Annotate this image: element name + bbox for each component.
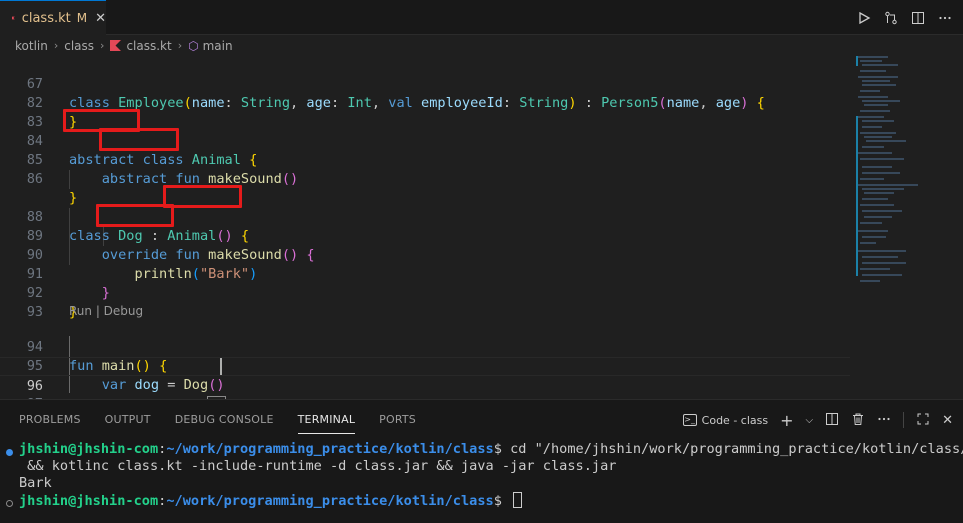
- split-editor-icon[interactable]: [910, 10, 926, 26]
- minimap[interactable]: [850, 56, 950, 399]
- close-panel-icon[interactable]: ✕: [942, 413, 953, 428]
- codelens-run-debug[interactable]: Run | Debug: [69, 303, 143, 319]
- maximize-panel-icon[interactable]: [916, 412, 930, 429]
- more-actions-icon[interactable]: [937, 10, 953, 26]
- breadcrumb-symbol-main[interactable]: main: [203, 39, 233, 53]
- terminal-user: jhshin@jhshin-com: [19, 493, 159, 509]
- terminal-command-continued: && kotlinc class.kt -include-runtime -d …: [19, 458, 617, 474]
- tab-terminal[interactable]: TERMINAL: [297, 400, 356, 440]
- editor-tab-bar: class.kt M ✕: [0, 0, 963, 35]
- chevron-right-icon: ›: [177, 39, 183, 52]
- source-control-compare-icon[interactable]: [883, 10, 899, 26]
- code-line: 94 fun main() {: [0, 319, 850, 374]
- code-line: 95 var dog = Dog(): [0, 338, 850, 393]
- text-cursor: [220, 358, 222, 375]
- code-line: 90 println("Bark"): [0, 227, 850, 282]
- new-terminal-icon[interactable]: +: [780, 411, 793, 430]
- terminal-path: ~/work/programming_practice/kotlin/class: [166, 493, 494, 509]
- close-icon[interactable]: ✕: [95, 11, 106, 26]
- terminal-user: jhshin@jhshin-com: [19, 441, 159, 457]
- minimap-change-marker: [856, 56, 858, 66]
- more-actions-icon[interactable]: [877, 412, 891, 429]
- tab-problems[interactable]: PROBLEMS: [19, 400, 81, 440]
- panel-actions: >_ Code - class + ⌵ ✕: [682, 400, 953, 440]
- token-keyword: abstract: [101, 171, 168, 187]
- split-terminal-icon[interactable]: [825, 412, 839, 429]
- breadcrumb-folder-class[interactable]: class: [64, 39, 94, 53]
- code-line: 93: [0, 284, 850, 320]
- chevron-right-icon: ›: [100, 39, 105, 52]
- terminal-command: cd "/home/jhshin/work/programming_practi…: [501, 441, 963, 457]
- tab-output[interactable]: OUTPUT: [105, 400, 151, 440]
- divider: [903, 412, 905, 428]
- tab-label: class.kt: [21, 10, 71, 26]
- code-editor[interactable]: 67 class Employee(name: String, age: Int…: [0, 56, 963, 414]
- kotlin-file-icon: [110, 40, 122, 51]
- terminal-output[interactable]: jhshin@jhshin-com:~/work/programming_pra…: [19, 441, 963, 510]
- code-line: 97: [0, 376, 850, 412]
- highlight-box-abstract-fun: [99, 128, 179, 151]
- terminal-name: Code - class: [701, 413, 769, 427]
- line-number: 86: [26, 172, 43, 187]
- chevron-right-icon: ›: [53, 39, 59, 52]
- trash-icon[interactable]: [851, 412, 865, 429]
- code-line: 82 }: [0, 75, 850, 130]
- command-success-decoration[interactable]: [6, 449, 13, 456]
- tab-class-kt[interactable]: class.kt M ✕: [0, 0, 106, 35]
- highlight-box-animal-super: [163, 185, 242, 208]
- chevron-down-icon[interactable]: ⌵: [806, 415, 814, 426]
- terminal-prompt: $: [493, 493, 502, 509]
- command-decoration[interactable]: [6, 500, 13, 507]
- code-line: 86 }: [0, 151, 850, 206]
- modified-indicator: M: [76, 11, 88, 25]
- code-line: 67 class Employee(name: String, age: Int…: [0, 56, 850, 111]
- method-cube-icon: ⬡: [188, 38, 199, 53]
- minimap-change-marker: [856, 116, 858, 276]
- terminal-prompt: $: [493, 441, 502, 457]
- terminal-icon: >_: [682, 414, 697, 426]
- terminal-selector[interactable]: >_ Code - class: [682, 413, 769, 427]
- breadcrumb: kotlin › class › class.kt › ⬡ main: [0, 35, 963, 56]
- run-icon[interactable]: [856, 10, 872, 26]
- bottom-panel: PROBLEMS OUTPUT DEBUG CONSOLE TERMINAL P…: [0, 399, 963, 523]
- highlight-box-override: [96, 204, 174, 227]
- code-line: 91 }: [0, 246, 850, 301]
- tab-ports[interactable]: PORTS: [379, 400, 416, 440]
- editor-actions: [856, 0, 953, 35]
- terminal-path: ~/work/programming_practice/kotlin/class: [166, 441, 494, 457]
- tab-debug-console[interactable]: DEBUG CONSOLE: [175, 400, 274, 440]
- breadcrumb-file[interactable]: class.kt: [126, 39, 171, 53]
- editor-scrollbar[interactable]: [951, 56, 961, 399]
- terminal-cursor: [513, 492, 523, 508]
- terminal-program-output: Bark: [19, 475, 52, 491]
- kotlin-file-icon: [12, 16, 15, 20]
- code-line: 92 }: [0, 265, 850, 320]
- code-line-current: 96 dog.makeSound(): [0, 357, 850, 414]
- token-paren: (): [281, 171, 299, 187]
- breadcrumb-folder-kotlin[interactable]: kotlin: [15, 39, 48, 53]
